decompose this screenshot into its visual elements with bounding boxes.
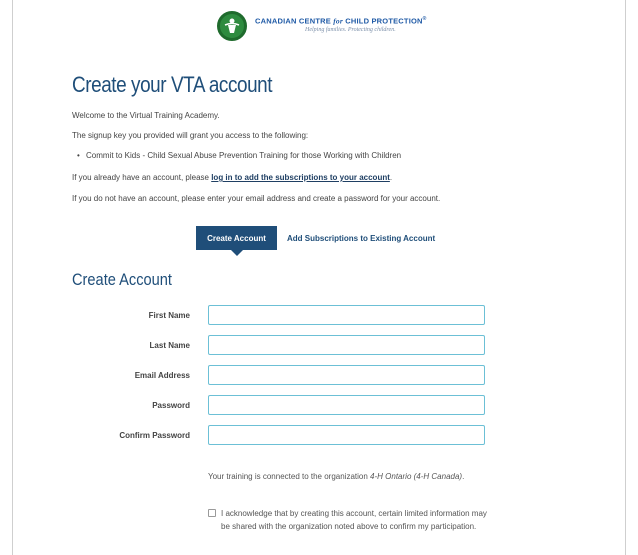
welcome-text: Welcome to the Virtual Training Academy. — [72, 111, 220, 120]
org-name-part2: CHILD PROTECTION — [342, 16, 423, 26]
org-name-for: for — [333, 16, 343, 26]
email-address-field[interactable] — [208, 365, 485, 385]
organization-notice-prefix: Your training is connected to the organi… — [208, 472, 371, 481]
confirm-password-label: Confirm Password — [119, 431, 190, 440]
org-logo: CANADIAN CENTRE for CHILD PROTECTION® He… — [217, 11, 477, 51]
password-field[interactable] — [208, 395, 485, 415]
acknowledge-checkbox[interactable] — [208, 509, 216, 517]
organization-name: 4-H Ontario (4-H Canada) — [370, 472, 463, 481]
org-name-part1: CANADIAN CENTRE — [255, 16, 334, 26]
child-protection-emblem-icon — [217, 11, 247, 41]
existing-account-suffix: . — [389, 173, 393, 182]
login-add-subscriptions-link[interactable]: log in to add the subscriptions to your … — [211, 173, 390, 182]
organization-notice: Your training is connected to the organi… — [208, 470, 468, 483]
registered-mark: ® — [422, 16, 427, 22]
org-name: CANADIAN CENTRE for CHILD PROTECTION® — [255, 16, 427, 26]
existing-account-text: If you already have an account, please l… — [72, 173, 392, 182]
password-label: Password — [152, 401, 190, 410]
organization-notice-suffix: . — [462, 472, 465, 481]
tab-add-subscriptions[interactable]: Add Subscriptions to Existing Account — [287, 226, 435, 250]
confirm-password-field[interactable] — [208, 425, 485, 445]
create-account-heading: Create Account — [72, 270, 172, 289]
existing-account-prefix: If you already have an account, please — [72, 173, 212, 182]
tab-create-account[interactable]: Create Account — [196, 226, 277, 256]
last-name-field[interactable] — [208, 335, 485, 355]
access-list-item: Commit to Kids - Child Sexual Abuse Prev… — [77, 151, 401, 160]
email-address-label: Email Address — [134, 371, 190, 380]
new-account-text: If you do not have an account, please en… — [72, 194, 441, 203]
page-title: Create your VTA account — [72, 72, 273, 97]
signup-key-text: The signup key you provided will grant y… — [72, 131, 309, 140]
first-name-label: First Name — [148, 311, 190, 320]
last-name-label: Last Name — [149, 341, 190, 350]
first-name-field[interactable] — [208, 305, 485, 325]
org-tagline: Helping families. Protecting children. — [305, 27, 396, 33]
acknowledge-text: I acknowledge that by creating this acco… — [221, 509, 487, 531]
